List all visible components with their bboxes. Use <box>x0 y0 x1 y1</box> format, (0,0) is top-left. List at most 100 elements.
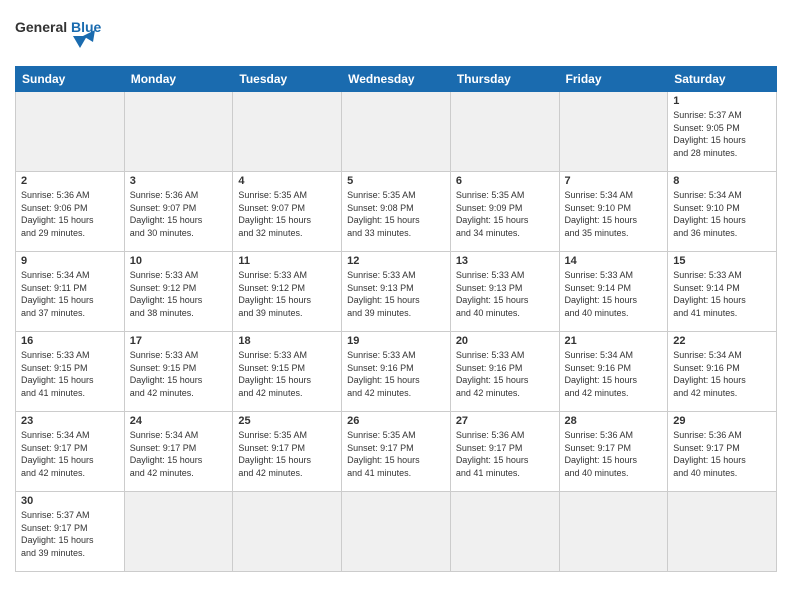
week-row-4: 16 Sunrise: 5:33 AMSunset: 9:15 PMDayligh… <box>16 332 777 412</box>
calendar-cell <box>559 492 668 572</box>
day-info: Sunrise: 5:36 AMSunset: 9:17 PMDaylight:… <box>673 429 771 479</box>
calendar-cell: 28 Sunrise: 5:36 AMSunset: 9:17 PMDayligh… <box>559 412 668 492</box>
calendar-cell <box>450 92 559 172</box>
day-info: Sunrise: 5:33 AMSunset: 9:12 PMDaylight:… <box>238 269 336 319</box>
day-number: 17 <box>130 335 228 347</box>
day-number: 24 <box>130 415 228 427</box>
calendar-cell <box>668 492 777 572</box>
day-info: Sunrise: 5:37 AMSunset: 9:05 PMDaylight:… <box>673 109 771 159</box>
calendar-cell: 9 Sunrise: 5:34 AMSunset: 9:11 PMDaylight… <box>16 252 125 332</box>
day-number: 5 <box>347 175 445 187</box>
day-info: Sunrise: 5:35 AMSunset: 9:08 PMDaylight:… <box>347 189 445 239</box>
day-info: Sunrise: 5:34 AMSunset: 9:10 PMDaylight:… <box>673 189 771 239</box>
day-number: 25 <box>238 415 336 427</box>
day-info: Sunrise: 5:33 AMSunset: 9:16 PMDaylight:… <box>347 349 445 399</box>
day-number: 12 <box>347 255 445 267</box>
calendar-cell: 21 Sunrise: 5:34 AMSunset: 9:16 PMDayligh… <box>559 332 668 412</box>
calendar-cell <box>16 92 125 172</box>
day-number: 16 <box>21 335 119 347</box>
week-row-2: 2 Sunrise: 5:36 AMSunset: 9:06 PMDaylight… <box>16 172 777 252</box>
day-info: Sunrise: 5:33 AMSunset: 9:15 PMDaylight:… <box>238 349 336 399</box>
calendar-cell: 12 Sunrise: 5:33 AMSunset: 9:13 PMDayligh… <box>342 252 451 332</box>
calendar-cell: 10 Sunrise: 5:33 AMSunset: 9:12 PMDayligh… <box>124 252 233 332</box>
day-number: 15 <box>673 255 771 267</box>
calendar-cell: 26 Sunrise: 5:35 AMSunset: 9:17 PMDayligh… <box>342 412 451 492</box>
day-number: 29 <box>673 415 771 427</box>
svg-text:General: General <box>15 19 67 35</box>
day-number: 18 <box>238 335 336 347</box>
day-number: 9 <box>21 255 119 267</box>
calendar-cell: 27 Sunrise: 5:36 AMSunset: 9:17 PMDayligh… <box>450 412 559 492</box>
weekday-thursday: Thursday <box>450 67 559 92</box>
calendar-cell: 3Sunrise: 5:36 AMSunset: 9:07 PMDaylight… <box>124 172 233 252</box>
weekday-monday: Monday <box>124 67 233 92</box>
day-info: Sunrise: 5:34 AMSunset: 9:16 PMDaylight:… <box>565 349 663 399</box>
day-number: 22 <box>673 335 771 347</box>
day-number: 20 <box>456 335 554 347</box>
day-number: 21 <box>565 335 663 347</box>
weekday-tuesday: Tuesday <box>233 67 342 92</box>
day-info: Sunrise: 5:34 AMSunset: 9:17 PMDaylight:… <box>130 429 228 479</box>
day-info: Sunrise: 5:33 AMSunset: 9:15 PMDaylight:… <box>21 349 119 399</box>
calendar-cell: 1 Sunrise: 5:37 AMSunset: 9:05 PMDaylight… <box>668 92 777 172</box>
day-info: Sunrise: 5:35 AMSunset: 9:07 PMDaylight:… <box>238 189 336 239</box>
weekday-sunday: Sunday <box>16 67 125 92</box>
day-number: 11 <box>238 255 336 267</box>
calendar-cell <box>233 92 342 172</box>
calendar-cell: 17Sunrise: 5:33 AMSunset: 9:15 PMDayligh… <box>124 332 233 412</box>
day-number: 27 <box>456 415 554 427</box>
calendar-cell: 18 Sunrise: 5:33 AMSunset: 9:15 PMDayligh… <box>233 332 342 412</box>
calendar-cell: 15 Sunrise: 5:33 AMSunset: 9:14 PMDayligh… <box>668 252 777 332</box>
day-number: 14 <box>565 255 663 267</box>
day-number: 2 <box>21 175 119 187</box>
calendar-cell <box>124 92 233 172</box>
calendar-cell: 24 Sunrise: 5:34 AMSunset: 9:17 PMDayligh… <box>124 412 233 492</box>
calendar-cell: 5 Sunrise: 5:35 AMSunset: 9:08 PMDaylight… <box>342 172 451 252</box>
calendar-cell: 13 Sunrise: 5:33 AMSunset: 9:13 PMDayligh… <box>450 252 559 332</box>
calendar-cell: 7 Sunrise: 5:34 AMSunset: 9:10 PMDaylight… <box>559 172 668 252</box>
week-row-6: 30Sunrise: 5:37 AMSunset: 9:17 PMDayligh… <box>16 492 777 572</box>
calendar-cell: 4 Sunrise: 5:35 AMSunset: 9:07 PMDaylight… <box>233 172 342 252</box>
day-number: 10 <box>130 255 228 267</box>
calendar-cell: 16 Sunrise: 5:33 AMSunset: 9:15 PMDayligh… <box>16 332 125 412</box>
day-info: Sunrise: 5:33 AMSunset: 9:13 PMDaylight:… <box>347 269 445 319</box>
calendar-table: SundayMondayTuesdayWednesdayThursdayFrid… <box>15 66 777 572</box>
day-info: Sunrise: 5:34 AMSunset: 9:17 PMDaylight:… <box>21 429 119 479</box>
day-number: 1 <box>673 95 771 107</box>
day-info: Sunrise: 5:33 AMSunset: 9:13 PMDaylight:… <box>456 269 554 319</box>
calendar-cell: 22Sunrise: 5:34 AMSunset: 9:16 PMDayligh… <box>668 332 777 412</box>
calendar-cell <box>450 492 559 572</box>
day-info: Sunrise: 5:33 AMSunset: 9:14 PMDaylight:… <box>673 269 771 319</box>
day-info: Sunrise: 5:36 AMSunset: 9:07 PMDaylight:… <box>130 189 228 239</box>
day-info: Sunrise: 5:35 AMSunset: 9:09 PMDaylight:… <box>456 189 554 239</box>
weekday-friday: Friday <box>559 67 668 92</box>
calendar-cell <box>559 92 668 172</box>
day-info: Sunrise: 5:36 AMSunset: 9:17 PMDaylight:… <box>565 429 663 479</box>
calendar-cell: 25Sunrise: 5:35 AMSunset: 9:17 PMDayligh… <box>233 412 342 492</box>
day-number: 13 <box>456 255 554 267</box>
day-info: Sunrise: 5:34 AMSunset: 9:10 PMDaylight:… <box>565 189 663 239</box>
calendar-cell: 6 Sunrise: 5:35 AMSunset: 9:09 PMDaylight… <box>450 172 559 252</box>
day-info: Sunrise: 5:35 AMSunset: 9:17 PMDaylight:… <box>347 429 445 479</box>
logo-svg: General Blue <box>15 10 105 60</box>
calendar-cell <box>342 492 451 572</box>
calendar-cell: 19Sunrise: 5:33 AMSunset: 9:16 PMDayligh… <box>342 332 451 412</box>
day-number: 4 <box>238 175 336 187</box>
day-number: 28 <box>565 415 663 427</box>
day-info: Sunrise: 5:33 AMSunset: 9:12 PMDaylight:… <box>130 269 228 319</box>
day-info: Sunrise: 5:34 AMSunset: 9:11 PMDaylight:… <box>21 269 119 319</box>
day-info: Sunrise: 5:36 AMSunset: 9:17 PMDaylight:… <box>456 429 554 479</box>
day-info: Sunrise: 5:33 AMSunset: 9:16 PMDaylight:… <box>456 349 554 399</box>
calendar-cell: 29 Sunrise: 5:36 AMSunset: 9:17 PMDayligh… <box>668 412 777 492</box>
day-number: 8 <box>673 175 771 187</box>
day-number: 26 <box>347 415 445 427</box>
day-info: Sunrise: 5:36 AMSunset: 9:06 PMDaylight:… <box>21 189 119 239</box>
calendar-cell: 2 Sunrise: 5:36 AMSunset: 9:06 PMDaylight… <box>16 172 125 252</box>
calendar-cell <box>342 92 451 172</box>
day-number: 7 <box>565 175 663 187</box>
day-number: 6 <box>456 175 554 187</box>
calendar-cell: 11 Sunrise: 5:33 AMSunset: 9:12 PMDayligh… <box>233 252 342 332</box>
weekday-header-row: SundayMondayTuesdayWednesdayThursdayFrid… <box>16 67 777 92</box>
weekday-wednesday: Wednesday <box>342 67 451 92</box>
day-info: Sunrise: 5:33 AMSunset: 9:14 PMDaylight:… <box>565 269 663 319</box>
